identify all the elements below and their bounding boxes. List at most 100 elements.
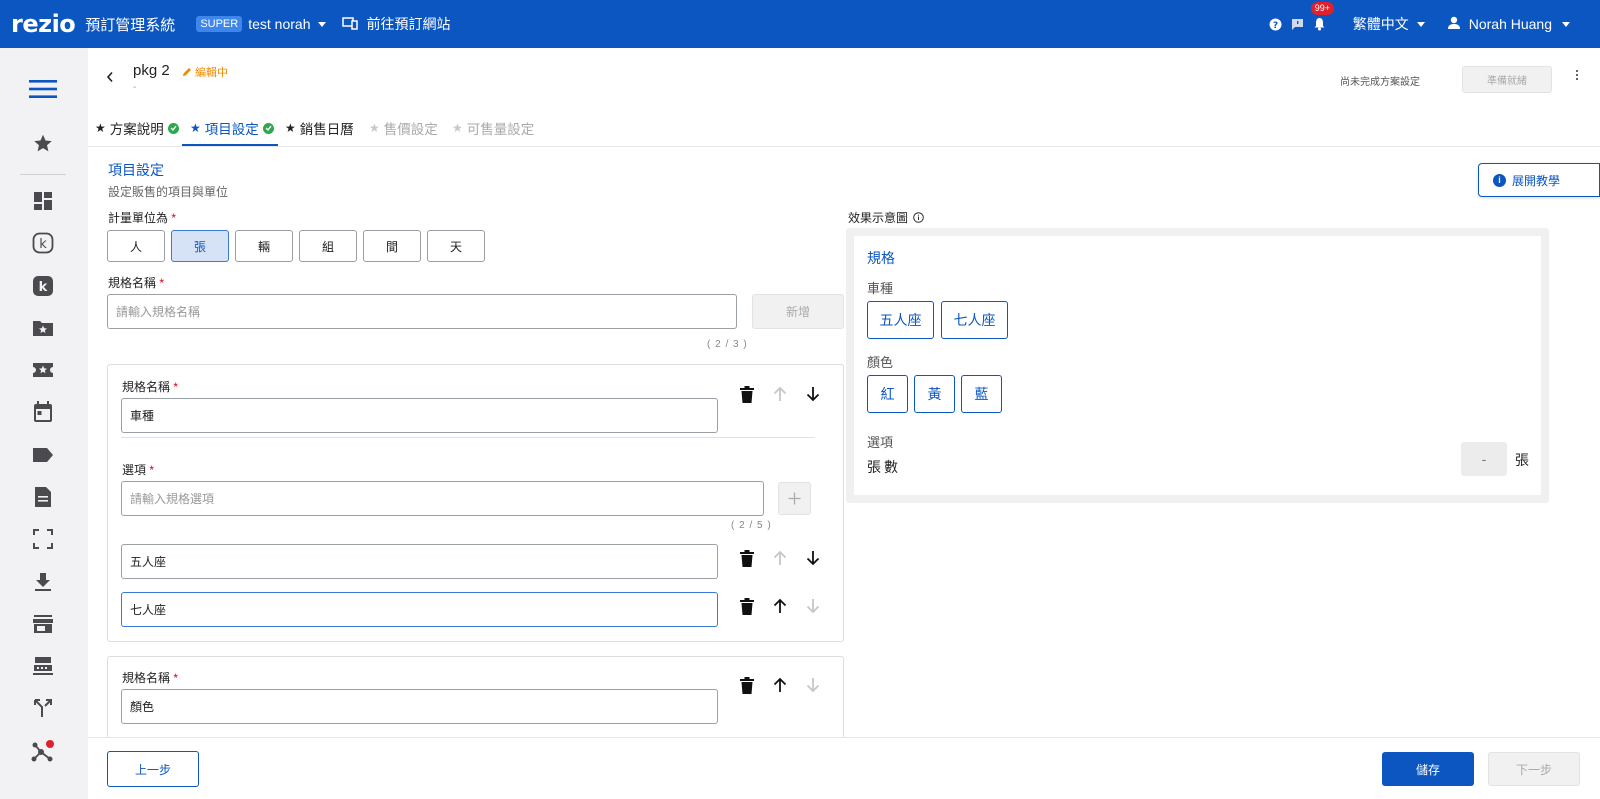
fullscreen-icon[interactable] xyxy=(30,526,56,552)
star-icon[interactable] xyxy=(30,130,56,156)
ready-button[interactable]: 準備就緒 xyxy=(1462,66,1552,93)
preview-title: 規格 xyxy=(867,250,895,266)
tab-label: 銷售日曆 xyxy=(299,122,354,137)
unit-option[interactable]: 人 xyxy=(107,230,165,262)
unit-option-selected[interactable]: 張 xyxy=(171,230,229,262)
next-step-button[interactable]: 下一步 xyxy=(1488,752,1580,786)
more-options-icon[interactable] xyxy=(1576,70,1580,82)
arrow-down-icon[interactable] xyxy=(803,675,823,695)
tab-sales-calendar[interactable]: ★ 銷售日曆 xyxy=(285,118,354,138)
bottom-action-bar: 上一步 儲存 下一步 xyxy=(88,737,1600,799)
store-icon[interactable] xyxy=(30,611,56,637)
spec-name-input[interactable]: 請輸入規格名稱 xyxy=(107,294,737,329)
incomplete-notice: 尚未完成方案設定 xyxy=(1340,77,1420,88)
download-icon[interactable] xyxy=(30,569,56,595)
preview-qty-input[interactable]: - xyxy=(1461,442,1507,476)
spec-card-name-input[interactable]: 車種 xyxy=(121,398,718,433)
unit-option[interactable]: 組 xyxy=(299,230,357,262)
user-name: Norah Huang xyxy=(1468,16,1552,32)
preview-option-chip[interactable]: 七人座 xyxy=(941,301,1008,339)
language-switcher[interactable]: 繁體中文 xyxy=(1335,14,1425,34)
rezio-logo[interactable]: rezio xyxy=(11,10,76,38)
spec-card-name-input[interactable]: 顏色 xyxy=(121,689,718,724)
preview-label: 效果示意圖 xyxy=(848,209,924,226)
delete-icon[interactable] xyxy=(737,384,757,404)
spec-option-item[interactable]: 七人座 xyxy=(121,592,718,627)
k-filled-icon[interactable]: k xyxy=(30,273,56,299)
notification-count-badge: 99+ xyxy=(1310,2,1334,15)
super-badge: SUPER xyxy=(196,16,243,32)
spec-name-label: 規格名稱 * xyxy=(108,276,165,290)
k-outline-icon[interactable]: k xyxy=(30,230,56,256)
preview-qty-unit: 張 xyxy=(1515,452,1529,468)
preview-option-chip[interactable]: 紅 xyxy=(867,375,908,413)
spec-card-name-label: 規格名稱 * xyxy=(122,671,179,685)
add-spec-button[interactable]: 新增 xyxy=(752,294,844,329)
spec-card-divider xyxy=(121,437,815,438)
unit-label: 計量單位為 * xyxy=(108,211,177,225)
account-name: test norah xyxy=(248,16,311,32)
menu-icon[interactable] xyxy=(29,76,57,102)
account-switcher[interactable]: test norah xyxy=(242,16,327,32)
cash-register-icon[interactable] xyxy=(30,653,56,679)
spec-option-item[interactable]: 五人座 xyxy=(121,544,718,579)
dashboard-icon[interactable] xyxy=(30,188,56,214)
arrow-up-icon[interactable] xyxy=(770,548,790,568)
arrow-up-icon[interactable] xyxy=(770,596,790,616)
save-button[interactable]: 儲存 xyxy=(1382,752,1474,786)
folder-star-icon[interactable] xyxy=(30,315,56,341)
arrow-down-icon[interactable] xyxy=(803,384,823,404)
delete-icon[interactable] xyxy=(737,596,757,616)
hub-icon[interactable] xyxy=(30,738,56,764)
tab-label: 可售量設定 xyxy=(466,122,535,137)
preview-card: 規格 車種 五人座 七人座 顏色 紅 黃 藍 選項 張數 - 張 xyxy=(854,236,1541,495)
ticket-star-icon[interactable] xyxy=(30,357,56,383)
document-icon[interactable] xyxy=(30,484,56,510)
system-title: 預訂管理系統 xyxy=(85,16,176,34)
chevron-down-icon xyxy=(318,21,327,27)
preview-option-chip[interactable]: 黃 xyxy=(914,375,955,413)
arrow-up-icon[interactable] xyxy=(770,384,790,404)
preview-option-chip[interactable]: 藍 xyxy=(961,375,1002,413)
unit-option[interactable]: 輛 xyxy=(235,230,293,262)
delete-icon[interactable] xyxy=(737,675,757,695)
tab-label: 項目設定 xyxy=(204,122,259,137)
tab-availability-settings[interactable]: ★ 可售量設定 xyxy=(452,118,534,138)
merge-icon[interactable] xyxy=(30,695,56,721)
tab-plan-description[interactable]: ★ 方案說明 xyxy=(95,118,179,138)
svg-text:k: k xyxy=(39,280,48,295)
tag-icon[interactable] xyxy=(30,442,56,468)
preview-group-label: 顏色 xyxy=(867,355,894,370)
tabs: ★ 方案說明 ★ 項目設定 ★ 銷售日曆 ★ 售價設定 ★ 可售量設定 xyxy=(88,110,1600,147)
tab-item-settings[interactable]: ★ 項目設定 xyxy=(190,118,274,138)
arrow-up-icon[interactable] xyxy=(770,675,790,695)
section-title: 項目設定 xyxy=(108,162,164,178)
devices-icon xyxy=(342,16,359,33)
add-option-button[interactable] xyxy=(778,482,811,515)
active-tab-indicator xyxy=(182,144,278,146)
back-button[interactable] xyxy=(106,70,114,88)
goto-booking-site-label: 前往預訂網站 xyxy=(366,16,451,32)
section-subtitle: 設定販售的項目與單位 xyxy=(108,185,229,199)
user-menu[interactable]: Norah Huang xyxy=(1447,16,1570,33)
tab-price-settings[interactable]: ★ 售價設定 xyxy=(369,118,438,138)
sidebar: k k xyxy=(0,48,88,799)
preview-panel: 規格 車種 五人座 七人座 顏色 紅 黃 藍 選項 張數 - 張 xyxy=(846,228,1549,503)
unit-option[interactable]: 間 xyxy=(363,230,421,262)
top-bar: rezio 預訂管理系統 SUPER test norah 前往預訂網站 ? 9… xyxy=(0,0,1600,48)
expand-tutorial-button[interactable]: i 展開教學 xyxy=(1478,163,1600,197)
goto-booking-site-link[interactable]: 前往預訂網站 xyxy=(342,14,450,34)
help-icon[interactable]: ? xyxy=(1269,17,1283,31)
delete-icon[interactable] xyxy=(737,548,757,568)
feedback-icon[interactable] xyxy=(1291,17,1305,31)
spec-card-name-label: 規格名稱 * xyxy=(122,380,179,394)
notification-bell-icon[interactable]: 99+ xyxy=(1310,2,1334,31)
preview-option-chip[interactable]: 五人座 xyxy=(867,301,934,339)
star-icon: ★ xyxy=(95,121,106,135)
spec-option-input[interactable]: 請輸入規格選項 xyxy=(121,481,764,516)
arrow-down-icon[interactable] xyxy=(803,596,823,616)
unit-option[interactable]: 天 xyxy=(427,230,485,262)
arrow-down-icon[interactable] xyxy=(803,548,823,568)
previous-step-button[interactable]: 上一步 xyxy=(107,751,199,787)
calendar-icon[interactable] xyxy=(30,399,56,425)
